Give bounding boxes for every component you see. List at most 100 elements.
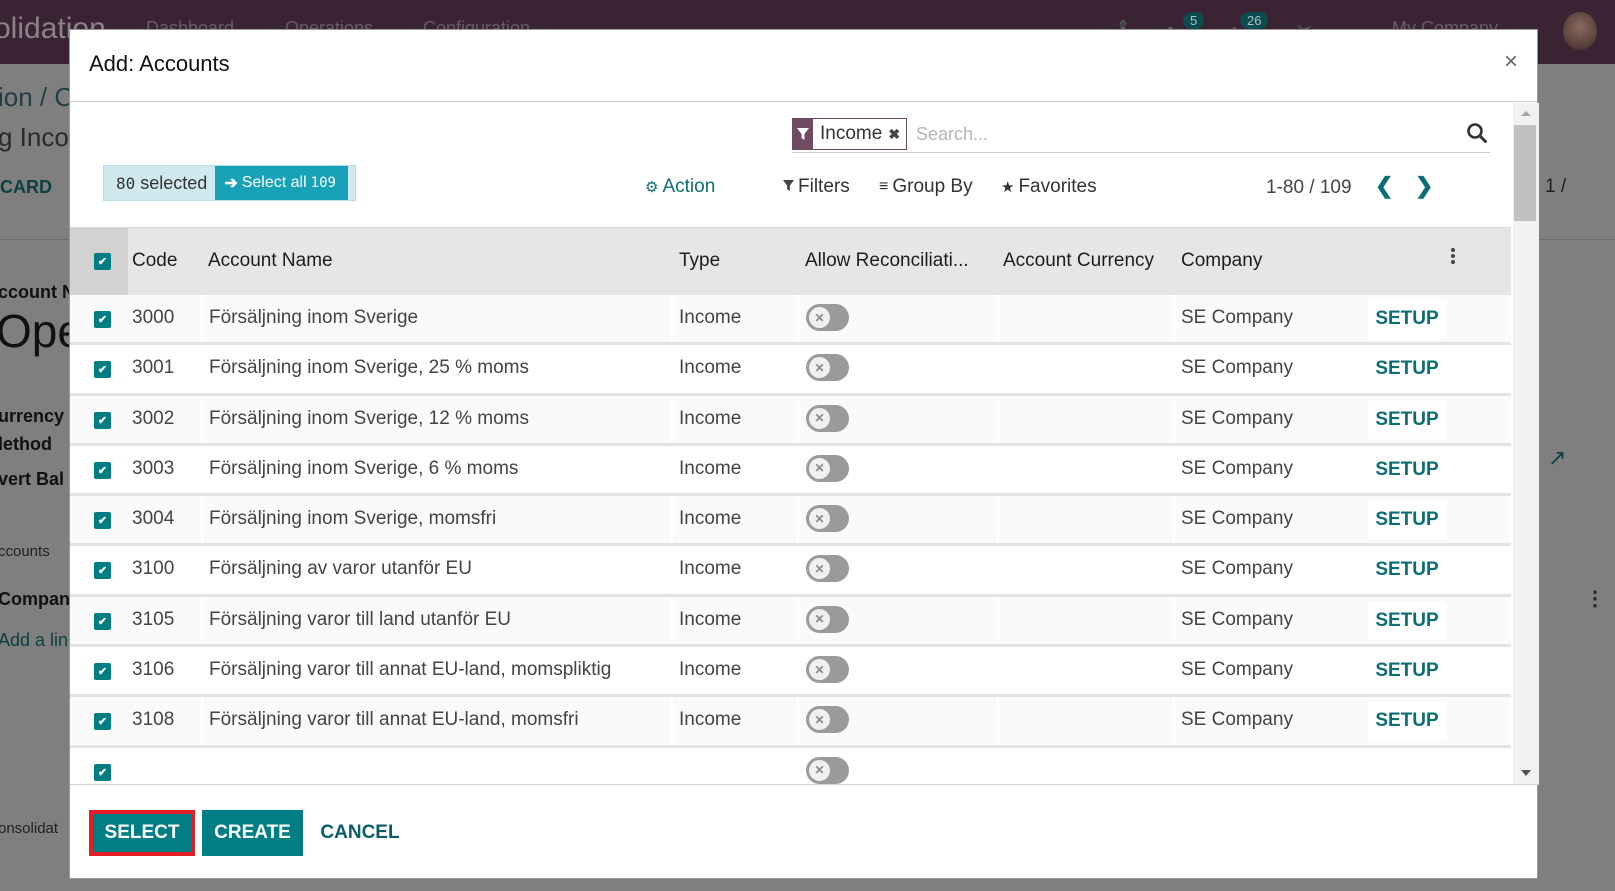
table-row[interactable]: ✔ 3106 Försäljning varor till annat EU-lan… (70, 647, 1511, 698)
table-row[interactable]: ✔ 3108 Försäljning varor till annat EU-lan… (70, 697, 1511, 748)
method-label: lethod (0, 434, 52, 454)
cell-type: Income (679, 307, 742, 328)
row-checkbox[interactable]: ✔ (94, 461, 111, 479)
optional-columns-icon[interactable] (1448, 248, 1458, 272)
reconcile-toggle[interactable]: ✕ (806, 656, 849, 684)
table-row[interactable]: ✔ 3000 Försäljning inom Sverige Income ✕ SE C… (70, 295, 1511, 346)
row-checkbox[interactable]: ✔ (94, 663, 111, 681)
table-row[interactable]: ✔ 3004 Försäljning inom Sverige, momsfri In… (70, 496, 1511, 547)
select-button[interactable]: SELECT (89, 810, 195, 856)
messages-badge: 5 (1183, 12, 1205, 29)
setup-button[interactable]: SETUP (1368, 551, 1446, 590)
row-checkbox[interactable]: ✔ (94, 512, 111, 530)
filters-button[interactable]: Filters (783, 176, 850, 198)
cell-code: 3004 (132, 508, 175, 530)
search-input[interactable] (916, 119, 1436, 149)
cell-company: SE Company (1181, 457, 1293, 479)
group-by-button[interactable]: ≡ Group By (879, 176, 973, 198)
setup-button[interactable]: SETUP (1368, 702, 1446, 741)
row-checkbox[interactable]: ✔ (94, 763, 111, 781)
table-row[interactable]: ✔ 3003 Försäljning inom Sverige, 6 % moms I… (70, 445, 1511, 497)
activities-badge: 26 (1240, 12, 1269, 29)
table-body: ✔ 3000 Försäljning inom Sverige Income ✕ SE C… (70, 295, 1511, 784)
reconcile-toggle[interactable]: ✕ (806, 706, 849, 734)
reconcile-toggle[interactable]: ✕ (806, 404, 849, 432)
create-button[interactable]: CREATE (202, 810, 303, 856)
row-checkbox[interactable]: ✔ (94, 361, 111, 379)
cell-code: 3002 (132, 407, 175, 429)
pager-next-icon[interactable]: ❯ (1415, 173, 1433, 199)
selected-count: 80 selected (116, 172, 208, 193)
search-icon[interactable] (1466, 122, 1490, 146)
cell-code: 3100 (132, 558, 175, 580)
table-row[interactable]: ✔ 3002 Försäljning inom Sverige, 12 % moms… (70, 395, 1511, 446)
table-row[interactable]: ✔ 3001 Försäljning inom Sverige, 25 % moms… (70, 345, 1511, 396)
column-company[interactable]: Company (1181, 250, 1262, 272)
scroll-down-icon[interactable] (1521, 770, 1531, 776)
cell-account-name: Försäljning inom Sverige, 6 % moms (209, 457, 519, 479)
row-checkbox[interactable]: ✔ (94, 612, 111, 630)
scrollbar-thumb[interactable] (1514, 125, 1536, 221)
bg-optional-columns-icon[interactable]: ⋮ (1585, 586, 1605, 611)
user-avatar[interactable] (1563, 12, 1597, 50)
invert-balance-label: vert Bal (0, 469, 65, 489)
row-checkbox[interactable]: ✔ (94, 311, 111, 328)
setup-button[interactable]: SETUP (1368, 350, 1446, 389)
setup-button[interactable]: SETUP (1368, 652, 1446, 691)
setup-button[interactable]: SETUP (1368, 601, 1446, 640)
reconcile-toggle[interactable]: ✕ (806, 605, 849, 633)
cell-company: SE Company (1181, 608, 1293, 630)
column-type[interactable]: Type (679, 250, 720, 272)
table-row[interactable]: ✔ ✕ (70, 747, 1511, 784)
action-menu-button[interactable]: ⚙ Action (645, 176, 715, 198)
row-checkbox[interactable]: ✔ (94, 562, 111, 580)
reconcile-toggle[interactable]: ✕ (806, 454, 849, 482)
reconcile-toggle[interactable]: ✕ (806, 354, 849, 382)
dialog-title: Add: Accounts (89, 51, 230, 76)
filter-icon (783, 176, 794, 198)
x-icon: ✕ (809, 608, 830, 630)
dialog-scrollbar[interactable] (1513, 103, 1539, 784)
column-account-name[interactable]: Account Name (208, 250, 333, 272)
reconcile-toggle[interactable]: ✕ (806, 555, 849, 583)
search-bar: Income ✖ (792, 117, 1490, 153)
scroll-up-icon[interactable] (1521, 111, 1531, 116)
add-accounts-dialog: Add: Accounts × Income ✖ Search... 80 se… (69, 29, 1539, 880)
row-checkbox[interactable]: ✔ (94, 713, 111, 731)
setup-button[interactable]: SETUP (1368, 450, 1446, 489)
x-icon: ✕ (809, 357, 830, 379)
setup-button[interactable]: SETUP (1368, 501, 1446, 540)
column-allow-reconciliation[interactable]: Allow Reconciliati... (805, 250, 969, 272)
add-line-link[interactable]: Add a line (0, 630, 78, 651)
reconcile-toggle[interactable]: ✕ (806, 505, 849, 533)
select-all-checkbox[interactable]: ✔ (94, 253, 111, 270)
cancel-button[interactable]: CANCEL (310, 810, 410, 856)
accounts-table: ✔ Code Account Name Type Allow Reconcili… (70, 227, 1511, 784)
cell-company: SE Company (1181, 508, 1293, 530)
table-row[interactable]: ✔ 3100 Försäljning av varor utanför EU Inco… (70, 546, 1511, 597)
cell-account-name: Försäljning inom Sverige, 12 % moms (209, 407, 529, 429)
column-account-currency[interactable]: Account Currency (1003, 250, 1154, 272)
cell-company: SE Company (1181, 659, 1293, 681)
setup-button[interactable]: SETUP (1368, 300, 1446, 338)
column-code[interactable]: Code (132, 250, 177, 272)
reconcile-toggle[interactable]: ✕ (806, 756, 849, 784)
external-link-icon[interactable]: ↗ (1548, 445, 1566, 471)
favorites-button[interactable]: ★ Favorites (1001, 176, 1097, 198)
setup-button[interactable]: SETUP (1368, 400, 1446, 439)
facet-remove-icon[interactable]: ✖ (888, 126, 906, 143)
dialog-footer: SELECT CREATE CANCEL (70, 784, 1539, 880)
pager-value[interactable]: 1-80 / 109 (1266, 177, 1352, 199)
table-row[interactable]: ✔ 3105 Försäljning varor till land utanför… (70, 596, 1511, 648)
close-icon[interactable]: × (1504, 50, 1518, 74)
pager-previous-icon[interactable]: ❮ (1375, 173, 1393, 199)
accounts-tab[interactable]: ccounts (0, 543, 50, 560)
cell-type: Income (679, 709, 742, 731)
reconcile-toggle[interactable]: ✕ (806, 304, 849, 331)
filter-facet: Income ✖ (792, 118, 908, 150)
currency-label: urrency (0, 406, 65, 426)
cell-code: 3106 (132, 659, 175, 681)
row-checkbox[interactable]: ✔ (94, 411, 111, 429)
select-all-button[interactable]: ➔ Select all 109 (215, 166, 348, 200)
discard-button[interactable]: CARD (0, 177, 52, 198)
